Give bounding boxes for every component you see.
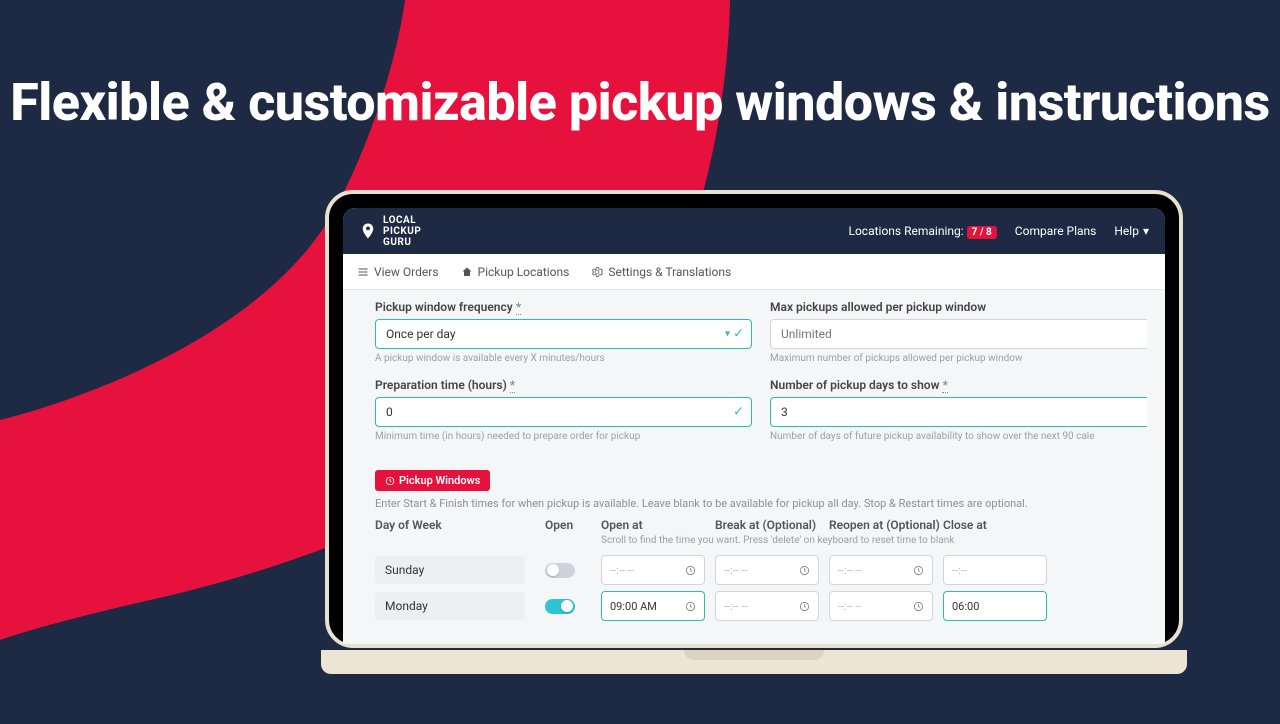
- break-at-input[interactable]: --:-- --: [715, 555, 819, 585]
- max-pickups-label: Max pickups allowed per pickup window: [770, 300, 1147, 314]
- day-label: Monday: [375, 592, 525, 620]
- pickup-days-hint: Number of days of future pickup availabi…: [770, 431, 1147, 442]
- close-at-input[interactable]: --:--: [943, 555, 1047, 585]
- max-pickups-input[interactable]: [770, 319, 1147, 349]
- prep-time-input[interactable]: [375, 397, 752, 427]
- clock-icon: [385, 476, 395, 486]
- col-break-at: Break at (Optional): [715, 518, 829, 532]
- app-header: LOCAL PICKUP GURU Locations Remaining: 7…: [343, 208, 1165, 254]
- pickup-frequency-select[interactable]: Once per day: [375, 319, 752, 349]
- clock-icon: [685, 565, 696, 576]
- compare-plans-link[interactable]: Compare Plans: [1015, 224, 1097, 238]
- help-menu[interactable]: Help ▾: [1114, 224, 1149, 238]
- prep-time-hint: Minimum time (in hours) needed to prepar…: [375, 431, 752, 442]
- max-pickups-hint: Maximum number of pickups allowed per pi…: [770, 353, 1147, 364]
- open-at-input[interactable]: 09:00 AM: [601, 591, 705, 621]
- list-icon: [357, 266, 369, 278]
- clock-icon: [799, 601, 810, 612]
- pickup-days-label: Number of pickup days to show *: [770, 378, 1147, 392]
- prep-time-label: Preparation time (hours) *: [375, 378, 752, 392]
- pickup-windows-description: Enter Start & Finish times for when pick…: [375, 497, 1147, 510]
- col-close-at: Close at: [943, 518, 1057, 532]
- local-pickup-guru-icon: [359, 222, 377, 240]
- home-icon: [461, 266, 473, 278]
- clock-icon: [685, 601, 696, 612]
- reopen-at-input[interactable]: --:-- --: [829, 591, 933, 621]
- table-row: Sunday --:-- -- --:-- -- --:-- -- --:--: [375, 552, 1147, 588]
- tab-view-orders[interactable]: View Orders: [357, 265, 439, 279]
- locations-remaining: Locations Remaining: 7 / 8: [849, 224, 997, 238]
- hero-title: Flexible & customizable pickup windows &…: [0, 72, 1280, 133]
- chevron-down-icon: ▾: [1143, 224, 1149, 238]
- col-open: Open: [545, 518, 601, 532]
- clock-icon: [913, 565, 924, 576]
- col-open-at: Open at: [601, 518, 715, 532]
- pickup-frequency-hint: A pickup window is available every X min…: [375, 353, 752, 364]
- open-toggle[interactable]: [545, 563, 575, 578]
- day-label: Sunday: [375, 556, 525, 584]
- form-content: Pickup window frequency * Once per day ✓…: [343, 290, 1165, 644]
- laptop-base: [321, 650, 1187, 674]
- tab-pickup-locations[interactable]: Pickup Locations: [461, 265, 570, 279]
- table-row: Monday 09:00 AM --:-- -- --:-- -- 06:00: [375, 588, 1147, 624]
- pickup-days-input[interactable]: [770, 397, 1147, 427]
- reopen-at-input[interactable]: --:-- --: [829, 555, 933, 585]
- col-reopen-at: Reopen at (Optional): [829, 518, 943, 532]
- pickup-windows-table: Day of Week Open Open at Break at (Optio…: [375, 518, 1147, 624]
- clock-icon: [799, 565, 810, 576]
- tab-bar: View Orders Pickup Locations Settings & …: [343, 254, 1165, 290]
- pickup-frequency-label: Pickup window frequency *: [375, 300, 752, 314]
- close-at-input[interactable]: 06:00: [943, 591, 1047, 621]
- open-at-input[interactable]: --:-- --: [601, 555, 705, 585]
- locations-badge: 7 / 8: [967, 226, 997, 239]
- pickup-windows-badge: Pickup Windows: [375, 470, 490, 491]
- clock-icon: [913, 601, 924, 612]
- app-logo: LOCAL PICKUP GURU: [359, 215, 421, 248]
- open-toggle[interactable]: [545, 599, 575, 614]
- time-scroll-hint: Scroll to find the time you want. Press …: [375, 535, 1147, 546]
- col-day-of-week: Day of Week: [375, 518, 545, 532]
- break-at-input[interactable]: --:-- --: [715, 591, 819, 621]
- laptop-mockup: LOCAL PICKUP GURU Locations Remaining: 7…: [325, 190, 1183, 674]
- gear-icon: [591, 266, 603, 278]
- tab-settings-translations[interactable]: Settings & Translations: [591, 265, 731, 279]
- app-screen: LOCAL PICKUP GURU Locations Remaining: 7…: [343, 208, 1165, 644]
